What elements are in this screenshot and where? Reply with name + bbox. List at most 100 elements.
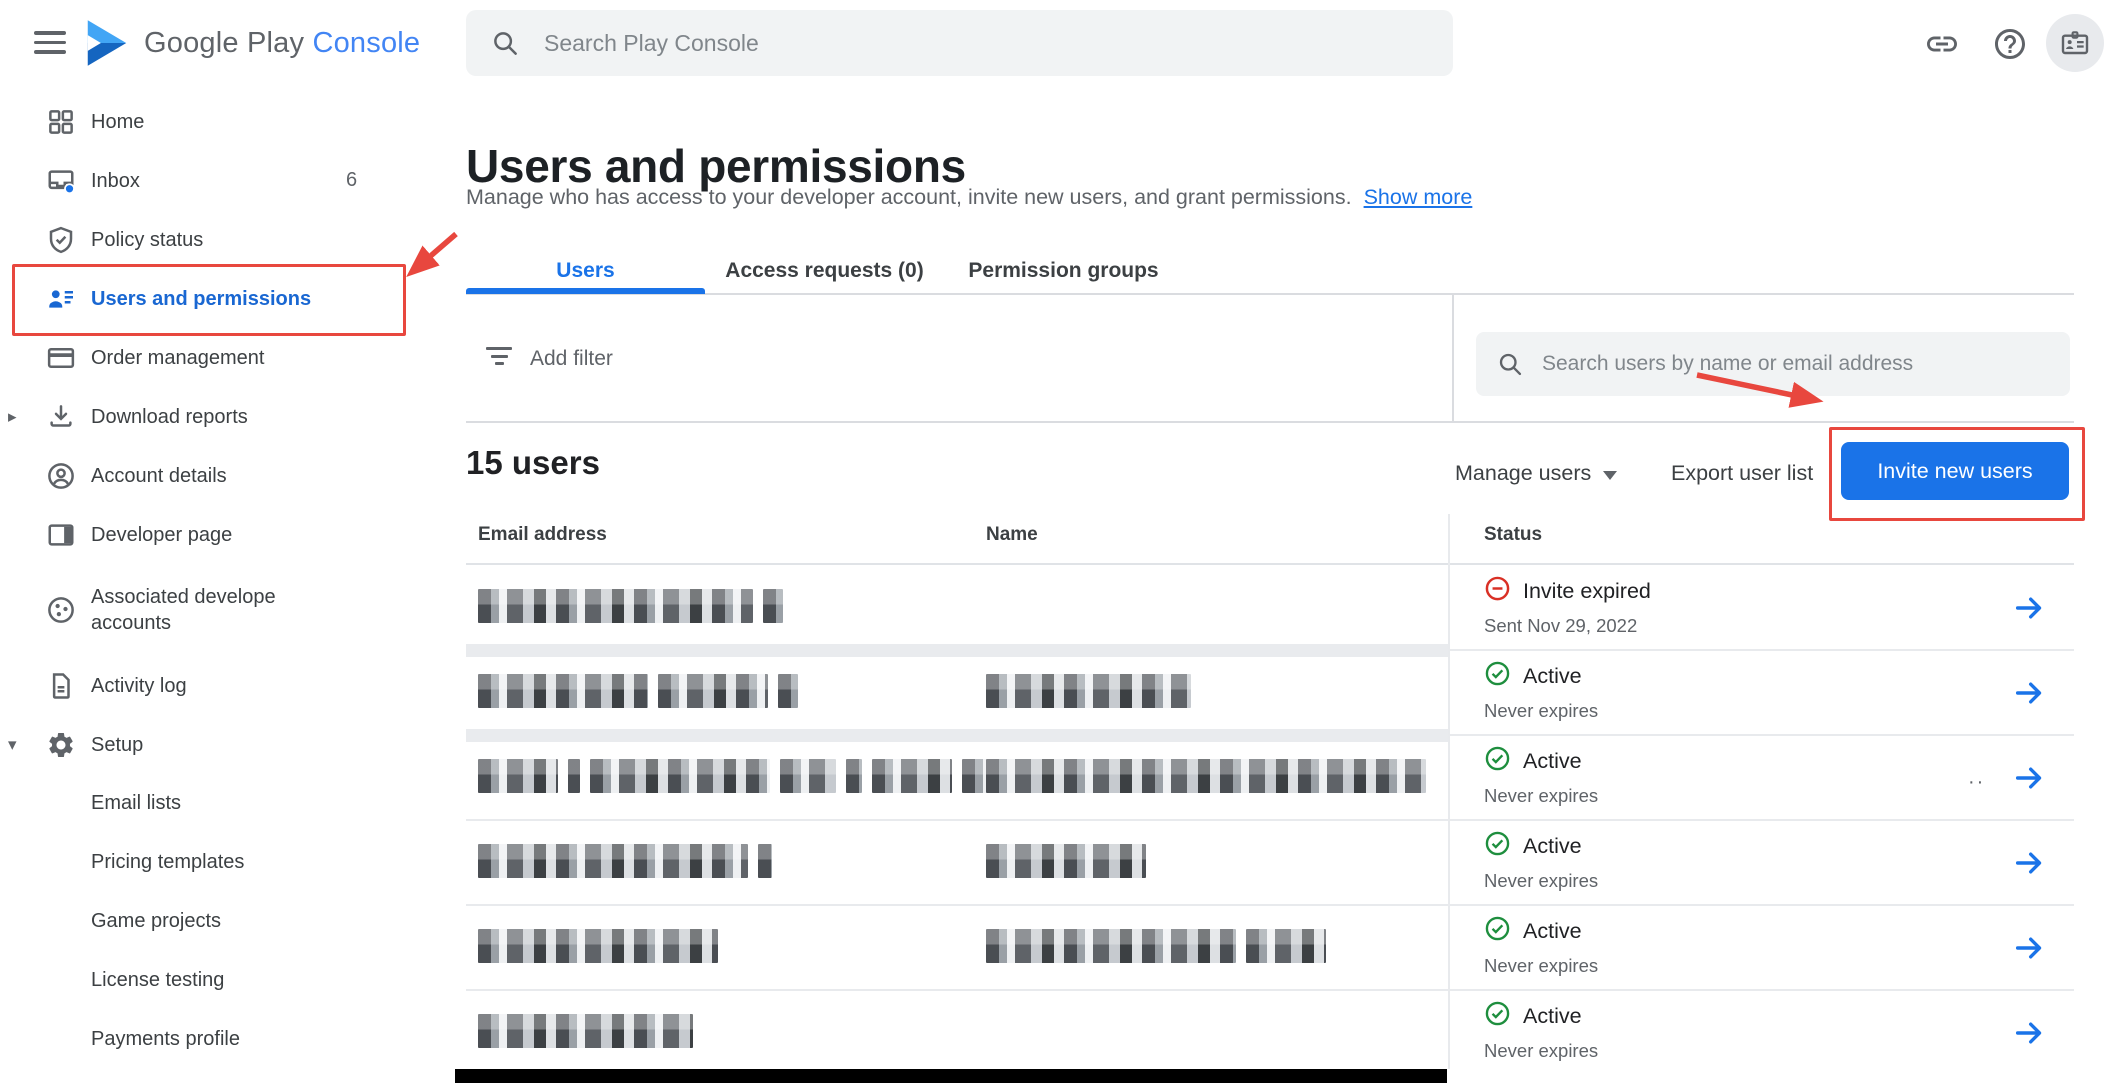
document-icon — [46, 671, 76, 701]
users-count: 15 users — [466, 444, 600, 482]
user-search[interactable] — [1476, 332, 2070, 396]
top-bar: Google Play Console — [0, 0, 2104, 88]
tab-users[interactable]: Users — [466, 250, 705, 292]
account-badge-button[interactable] — [2046, 14, 2104, 72]
active-check-icon — [1484, 830, 1523, 863]
sidebar-item-account-details[interactable]: Account details — [0, 446, 440, 505]
table-row[interactable]: Active Never expires — [466, 650, 2074, 735]
ellipsis: ·· — [1968, 771, 1985, 794]
sidebar-item-email-lists[interactable]: Email lists — [0, 774, 440, 833]
status-cell: Invite expiredSent Nov 29, 2022 — [1484, 575, 1651, 637]
play-console-app: Google Play Console — [0, 0, 2104, 1083]
sidebar-item-associated-developer-accounts[interactable]: Associated develope accounts — [0, 564, 440, 656]
sidebar-item-download-reports[interactable]: ▸ Download reports — [0, 387, 440, 446]
row-arrow-icon[interactable] — [2012, 676, 2046, 710]
sidebar-item-license-testing[interactable]: License testing — [0, 951, 440, 1010]
row-divider — [1448, 734, 2074, 736]
sidebar-item-order-management[interactable]: Order management — [0, 328, 440, 387]
sidebar-item-policy-status[interactable]: Policy status — [0, 210, 440, 269]
row-divider — [466, 989, 2074, 991]
expand-down-icon[interactable]: ▾ — [8, 735, 17, 755]
export-user-list-button[interactable]: Export user list — [1671, 461, 1813, 486]
row-arrow-icon[interactable] — [2012, 931, 2046, 965]
link-icon[interactable] — [1924, 26, 1960, 62]
row-divider — [466, 904, 2074, 906]
filter-icon — [486, 347, 512, 370]
sidebar-item-label: Setup — [91, 732, 143, 758]
sidebar-item-pricing-templates[interactable]: Pricing templates — [0, 833, 440, 892]
show-more-link[interactable]: Show more — [1364, 185, 1473, 209]
google-play-console-logo[interactable]: Google Play Console — [86, 20, 420, 66]
status-substatus: Never expires — [1484, 955, 1598, 977]
tab-permission-groups[interactable]: Permission groups — [944, 250, 1183, 292]
home-grid-icon — [46, 107, 76, 137]
developer-page-icon — [46, 520, 76, 550]
user-email-redacted — [478, 589, 783, 623]
global-search-input[interactable] — [542, 29, 1429, 58]
sidebar-item-users-and-permissions[interactable]: Users and permissions — [0, 269, 440, 328]
sidebar-item-payments-profile[interactable]: Payments profile — [0, 1010, 440, 1069]
sidebar-item-setup[interactable]: ▾ Setup — [0, 715, 440, 774]
manage-users-dropdown[interactable]: Manage users — [1455, 461, 1617, 486]
user-email-redacted — [478, 844, 772, 878]
tab-access-requests[interactable]: Access requests (0) — [705, 250, 944, 292]
row-arrow-icon[interactable] — [2012, 591, 2046, 625]
sidebar-item-home[interactable]: Home — [0, 92, 440, 151]
sidebar-item-label: Game projects — [91, 910, 221, 933]
row-divider — [466, 819, 2074, 821]
users-permissions-icon — [46, 284, 76, 314]
description-text: Manage who has access to your developer … — [466, 185, 1352, 209]
status-cell: ActiveNever expires — [1484, 745, 1598, 807]
page-description: Manage who has access to your developer … — [466, 185, 1472, 210]
table-row[interactable]: Active Never expires — [466, 905, 2074, 990]
sidebar-item-label: Associated develope accounts — [91, 584, 296, 636]
row-arrow-icon[interactable] — [2012, 1016, 2046, 1050]
logo-text: Google Play Console — [144, 27, 420, 60]
column-header-name: Name — [986, 524, 1038, 546]
user-name-redacted — [986, 759, 1426, 793]
sidebar-item-activity-log[interactable]: Activity log — [0, 656, 440, 715]
sidebar-item-label: Account details — [91, 463, 227, 489]
sidebar-item-inbox[interactable]: Inbox 6 — [0, 151, 440, 210]
table-row[interactable]: Invite expiredSent Nov 29, 2022 — [466, 565, 2074, 650]
status-label: Active — [1523, 919, 1582, 944]
status-label: Active — [1523, 664, 1582, 689]
table-row[interactable]: ·· ActiveNever expires — [466, 735, 2074, 820]
status-cell: ActiveNever expires — [1484, 1000, 1598, 1062]
redaction-band — [466, 644, 1448, 657]
sidebar-item-label: Inbox — [91, 168, 140, 194]
add-filter-button[interactable]: Add filter — [530, 347, 613, 371]
manage-users-label: Manage users — [1455, 461, 1591, 486]
sidebar-item-label: Home — [91, 109, 144, 135]
play-logo-icon — [86, 20, 128, 66]
user-name-redacted — [986, 929, 1326, 963]
menu-icon[interactable] — [34, 31, 66, 55]
table-row[interactable]: ActiveNever expires — [466, 820, 2074, 905]
active-tab-underline — [466, 288, 705, 294]
table-row[interactable]: ActiveNever expires — [466, 990, 2074, 1075]
user-email-redacted — [478, 1014, 693, 1048]
help-icon[interactable] — [1992, 26, 2028, 62]
invite-new-users-button[interactable]: Invite new users — [1841, 442, 2069, 500]
sidebar-item-developer-page[interactable]: Developer page — [0, 505, 440, 564]
id-badge-icon — [2059, 27, 2091, 59]
status-label: Active — [1523, 749, 1582, 774]
status-substatus: Never expires — [1484, 700, 1598, 722]
row-arrow-icon[interactable] — [2012, 846, 2046, 880]
filter-bottom-border — [466, 421, 2074, 423]
order-card-icon — [46, 343, 76, 373]
tab-divider — [466, 293, 2074, 295]
sidebar-item-label: Developer page — [91, 522, 232, 548]
sidebar-item-label: Policy status — [91, 227, 203, 253]
global-search[interactable] — [466, 10, 1453, 76]
sidebar-item-label: License testing — [91, 969, 224, 992]
status-cell: Active Never expires — [1484, 660, 1598, 722]
active-check-icon — [1484, 660, 1523, 693]
chevron-down-icon — [1603, 471, 1617, 480]
user-search-input[interactable] — [1540, 351, 2050, 377]
dots-circle-icon — [46, 595, 76, 625]
row-arrow-icon[interactable] — [2012, 761, 2046, 795]
column-header-email: Email address — [478, 524, 607, 546]
sidebar-item-game-projects[interactable]: Game projects — [0, 892, 440, 951]
expand-right-icon[interactable]: ▸ — [8, 407, 17, 427]
